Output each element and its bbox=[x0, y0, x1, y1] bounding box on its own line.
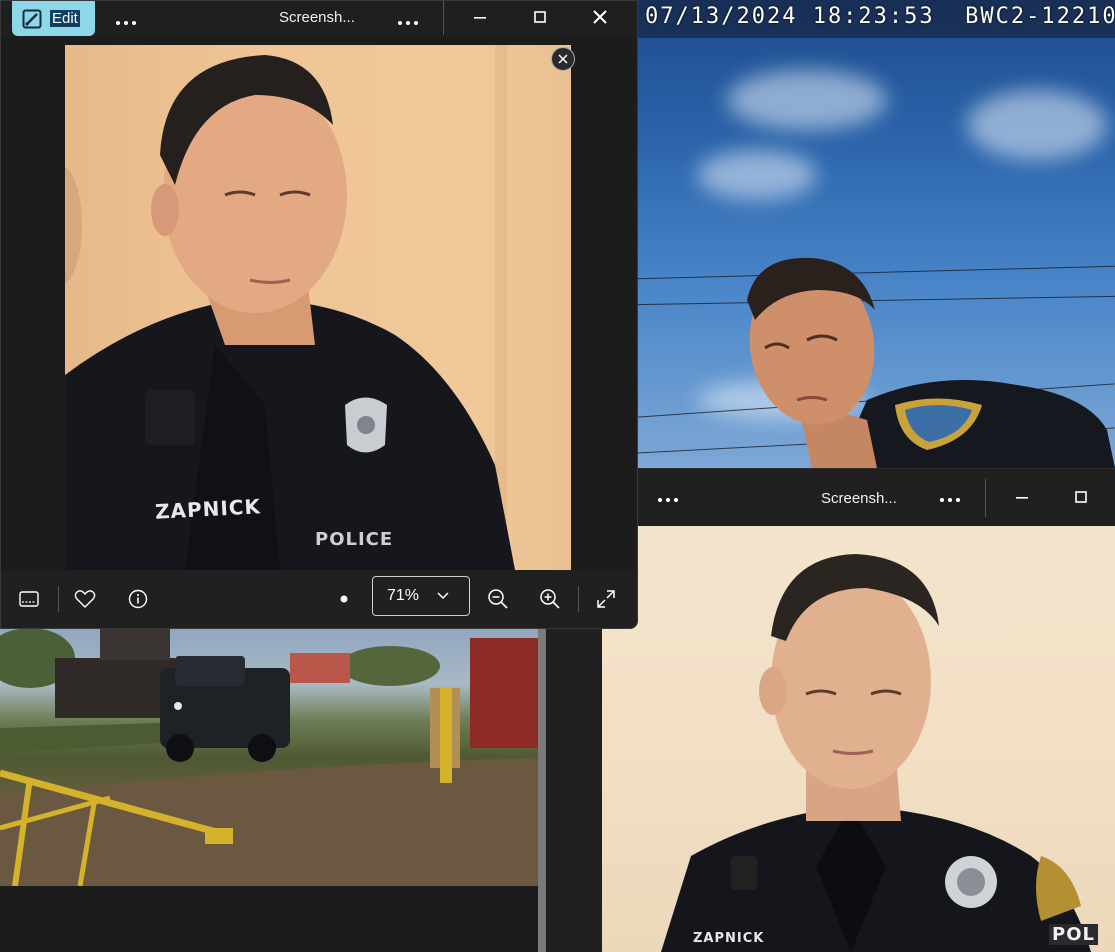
info-icon bbox=[128, 589, 148, 609]
info-button[interactable] bbox=[121, 582, 155, 616]
fullscreen-icon bbox=[597, 590, 615, 608]
viewer1-minimize-button[interactable] bbox=[457, 1, 503, 33]
favorite-button[interactable] bbox=[68, 582, 102, 616]
viewer2-photo: POL ZAPNICK bbox=[601, 526, 1115, 952]
close-overlay-button[interactable] bbox=[551, 47, 575, 71]
viewer1-more-button[interactable] bbox=[115, 10, 137, 30]
edit-image-icon bbox=[22, 9, 42, 28]
more-dots-icon bbox=[116, 21, 136, 25]
bodycam-device-id: BWC2-122104 bbox=[965, 4, 1115, 29]
zoom-in-icon bbox=[540, 589, 560, 609]
bodycam-osd: 07/13/2024 18:23:53 BWC2-122104 bbox=[645, 4, 1115, 29]
chevron-down-icon bbox=[437, 592, 449, 600]
viewer1-close-button[interactable] bbox=[577, 1, 623, 33]
viewer2-nameplate: ZAPNICK bbox=[693, 931, 765, 946]
edit-button-label: Edit bbox=[50, 10, 80, 27]
more-dots-icon bbox=[658, 498, 678, 502]
viewer1-toolbar: 71% bbox=[1, 570, 637, 628]
maximize-icon bbox=[534, 11, 546, 23]
viewer2-title: Screensh... bbox=[821, 490, 897, 507]
desktop-gap bbox=[546, 628, 602, 952]
zoom-in-button[interactable] bbox=[533, 582, 567, 616]
close-icon bbox=[593, 10, 607, 24]
photo-viewer-window-2: POL ZAPNICK Screensh... bbox=[601, 468, 1115, 952]
bodycam-timestamp: 07/13/2024 18:23:53 bbox=[645, 4, 935, 29]
viewer2-chest-text: POL bbox=[1049, 924, 1098, 945]
viewer1-titlebar: Edit Screensh... bbox=[1, 1, 637, 37]
window-divider bbox=[538, 628, 546, 952]
close-icon bbox=[558, 54, 568, 64]
zoom-level-value: 71% bbox=[387, 587, 420, 604]
dot-icon bbox=[340, 595, 348, 603]
bodycam-frame: 07/13/2024 18:23:53 BWC2-122104 bbox=[637, 0, 1115, 468]
viewer1-maximize-button[interactable] bbox=[517, 1, 563, 33]
maximize-icon bbox=[1075, 491, 1087, 503]
viewer2-more-button[interactable] bbox=[657, 487, 679, 507]
viewer1-photo: ZAPNICK POLICE bbox=[65, 45, 571, 570]
zoom-indicator-dot bbox=[327, 582, 361, 616]
outdoor-scene-photo bbox=[0, 628, 538, 886]
viewer2-minimize-button[interactable] bbox=[999, 481, 1045, 513]
heart-icon bbox=[74, 590, 96, 608]
viewer1-title: Screensh... bbox=[279, 9, 355, 26]
viewer1-photo-area: ZAPNICK POLICE bbox=[1, 37, 637, 570]
empty-area bbox=[0, 886, 538, 952]
edit-button[interactable]: Edit bbox=[12, 1, 95, 36]
zoom-level-select[interactable]: 71% bbox=[372, 576, 470, 616]
more-dots-icon bbox=[398, 21, 418, 25]
bodycam-officer-photo bbox=[747, 257, 1115, 468]
viewer2-titlebar: Screensh... bbox=[637, 468, 1115, 526]
fullscreen-button[interactable] bbox=[589, 582, 623, 616]
zoom-out-icon bbox=[488, 589, 508, 609]
filmstrip-icon bbox=[19, 591, 39, 607]
minimize-icon bbox=[474, 17, 486, 19]
viewer2-maximize-button[interactable] bbox=[1058, 481, 1104, 513]
minimize-icon bbox=[1016, 497, 1028, 499]
photo-viewer-window-1: Edit Screensh... ZAPNICK POLICE 71% bbox=[0, 0, 638, 629]
filmstrip-button[interactable] bbox=[12, 582, 46, 616]
viewer1-chest-text: POLICE bbox=[315, 529, 394, 550]
zoom-out-button[interactable] bbox=[481, 582, 515, 616]
viewer1-more-button-2[interactable] bbox=[397, 10, 419, 30]
more-dots-icon bbox=[940, 498, 960, 502]
viewer2-more-button-2[interactable] bbox=[939, 487, 961, 507]
